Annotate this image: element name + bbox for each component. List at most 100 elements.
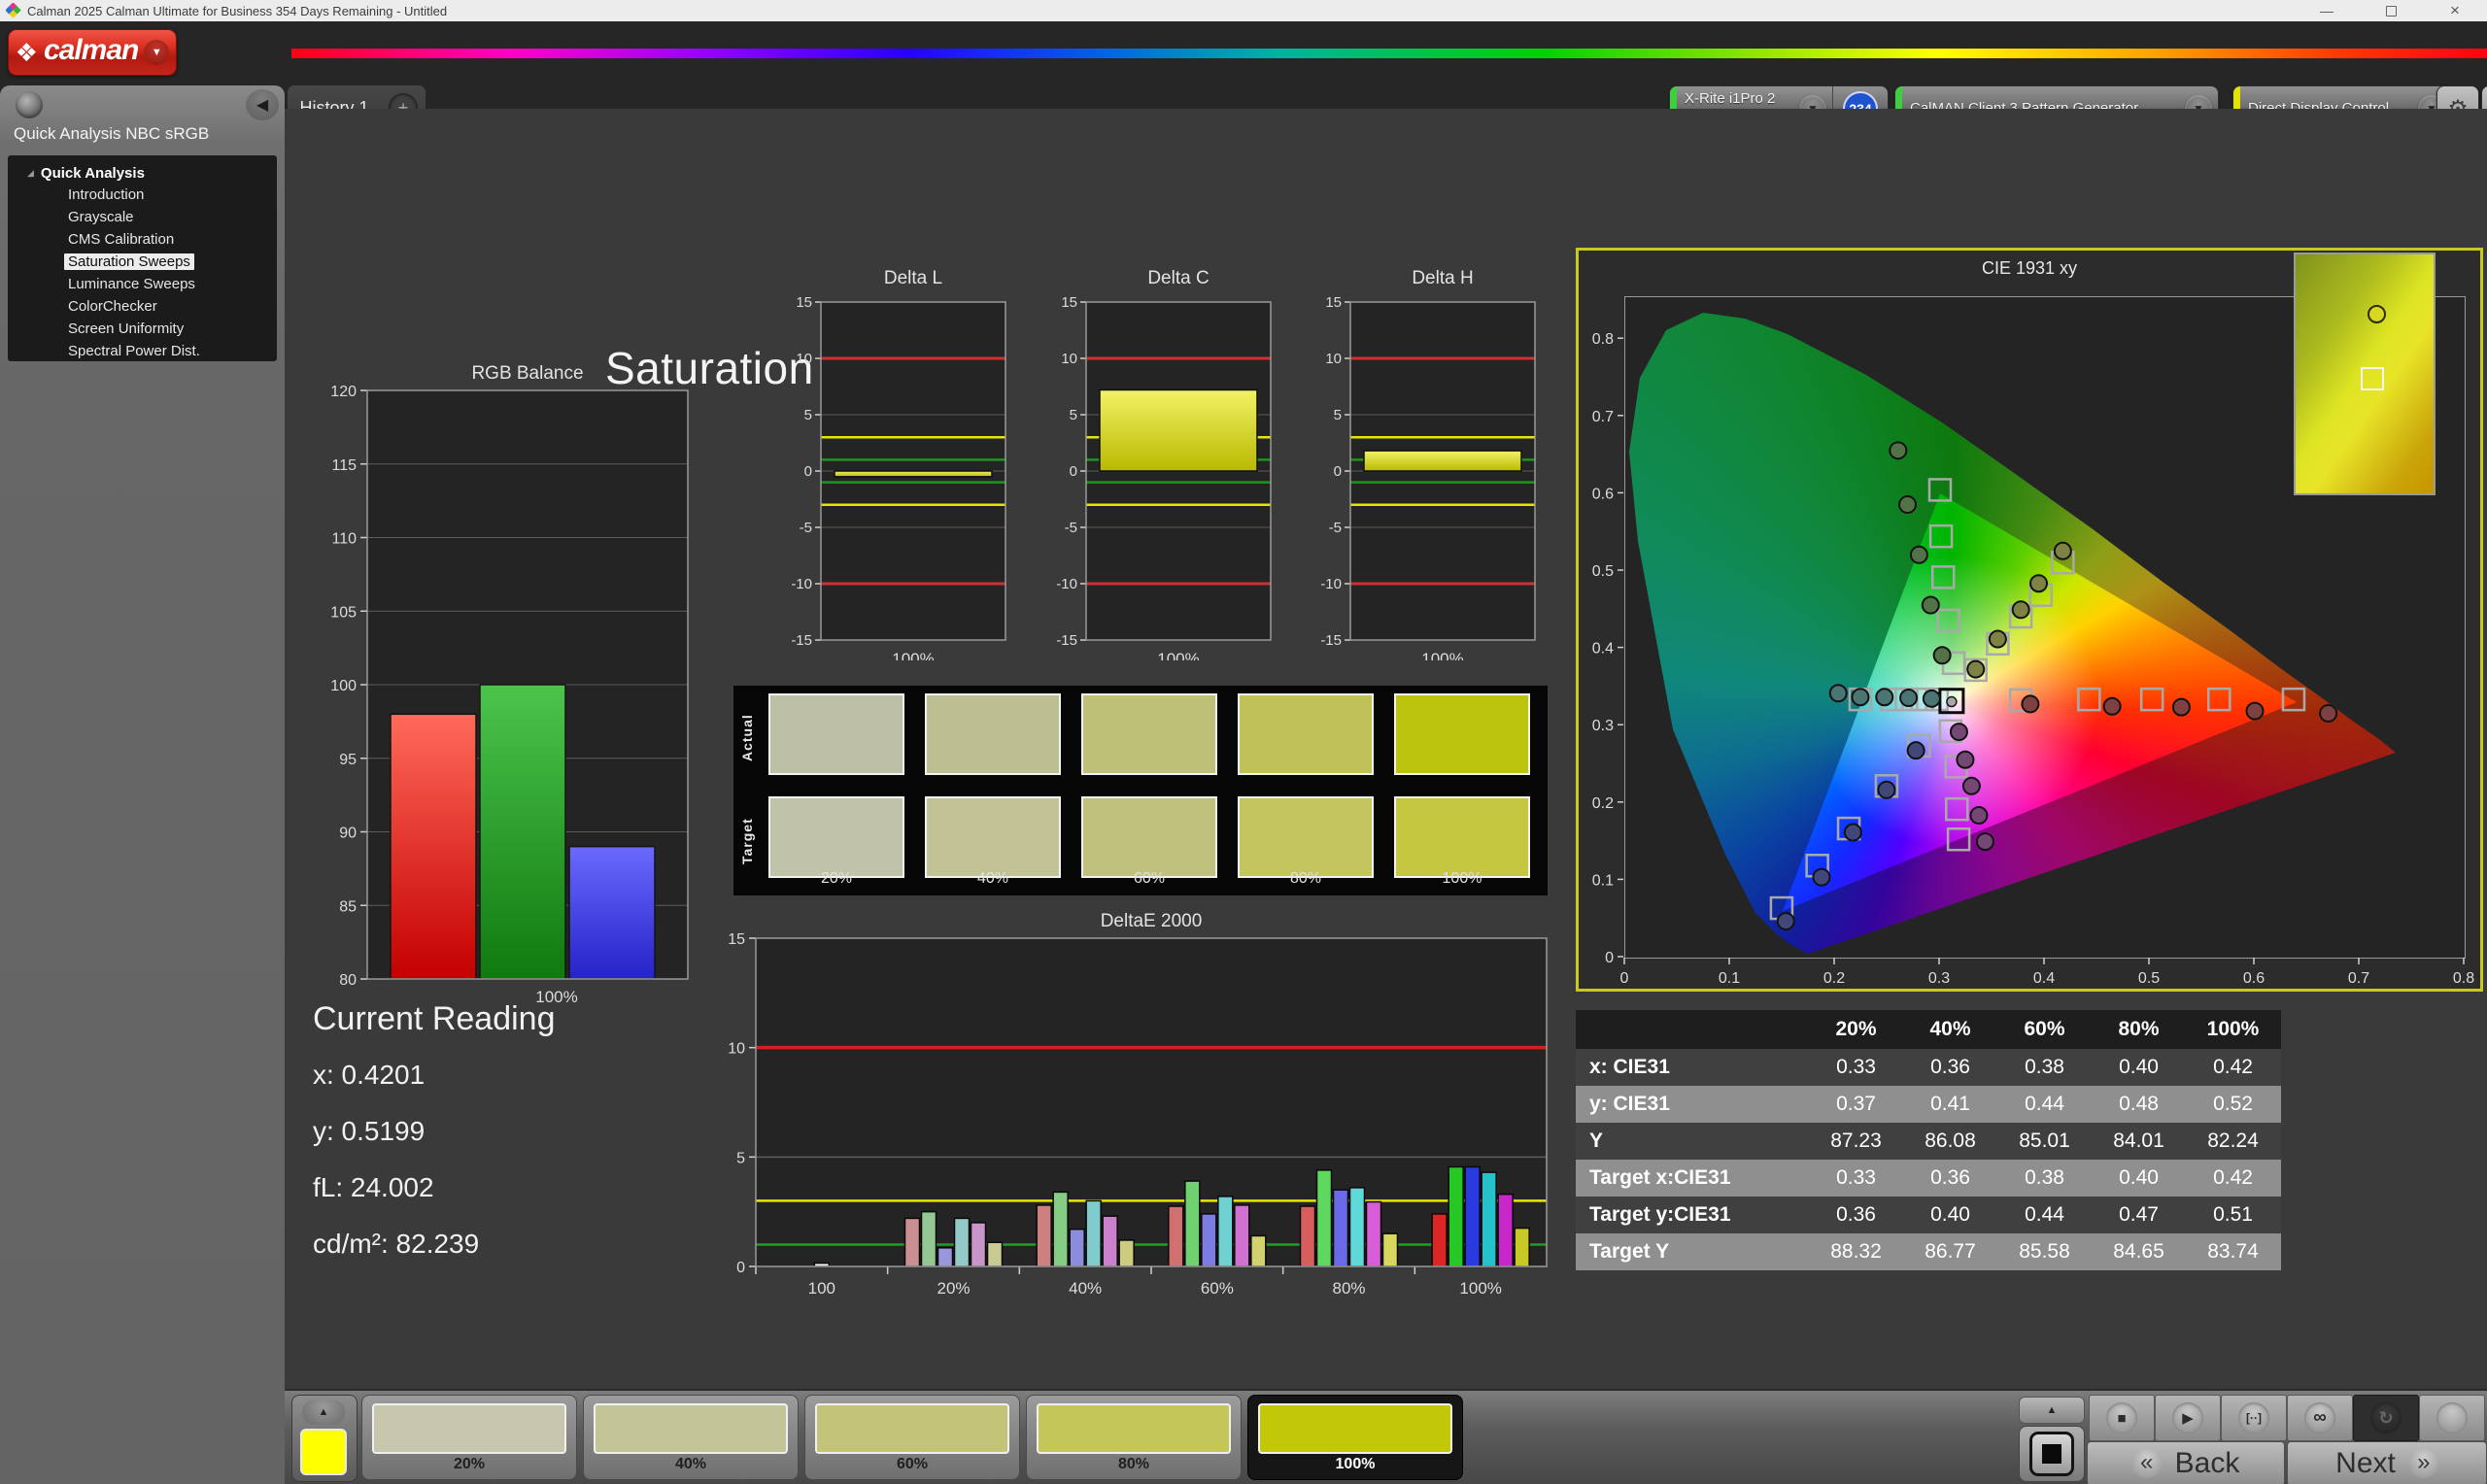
patch-button-40[interactable]: 40% <box>583 1395 799 1480</box>
stop-frame-icon <box>2029 1432 2074 1476</box>
infinity-icon: ∞ <box>2304 1402 2335 1433</box>
cie-target-magenta <box>1946 798 1967 820</box>
svg-text:10: 10 <box>728 1041 745 1058</box>
cie-measured-magenta <box>1957 752 1973 768</box>
inset-measured-circle <box>2367 304 2386 323</box>
table-row-y: Y 87.23 86.08 85.01 84.01 82.24 <box>1576 1123 2281 1160</box>
refresh-measure-button[interactable]: ↻ <box>2353 1395 2419 1441</box>
patch-button-60[interactable]: 60% <box>804 1395 1020 1480</box>
sidebar-item-saturation-sweeps[interactable]: Saturation Sweeps <box>8 251 277 273</box>
calman-menu-button[interactable]: ❖ calman ▼ <box>8 29 177 76</box>
blank-pattern-button[interactable] <box>2019 1426 2085 1482</box>
sidebar-item-screen-uniformity[interactable]: Screen Uniformity <box>8 318 277 340</box>
table-cell: 85.01 <box>2019 1130 2070 1152</box>
cie-measured-magenta <box>1970 807 1987 824</box>
svg-text:40%: 40% <box>1069 1279 1102 1298</box>
patch-button-100[interactable]: 100% <box>1247 1395 1463 1480</box>
cie-target-green <box>1929 479 1951 500</box>
cie-measured-red <box>2022 695 2038 712</box>
window-titlebar: Calman 2025 Calman Ultimate for Business… <box>0 0 2487 21</box>
transport-up-button[interactable]: ▲ <box>2019 1397 2085 1424</box>
cie-measured-white <box>1947 697 1957 707</box>
svg-text:100%: 100% <box>1459 1279 1501 1298</box>
swatch-col-label: 60% <box>1133 870 1166 887</box>
stop-measure-button[interactable]: ■ <box>2089 1395 2155 1441</box>
svg-text:90: 90 <box>339 826 357 842</box>
minimize-button[interactable]: — <box>2295 0 2359 21</box>
svg-text:0.5: 0.5 <box>1592 563 1614 580</box>
deltae-2000-chart: DeltaE 2000 0 5 10 15 100 20% 40% 60% 80% 100% <box>699 903 1564 1301</box>
sidebar-item-spectral-power-dist[interactable]: Spectral Power Dist. <box>8 340 277 362</box>
back-chevron-icon: « <box>2131 1449 2162 1478</box>
up-arrow-icon: ▲ <box>318 1406 329 1418</box>
sidebar-item-luminance-sweeps[interactable]: Luminance Sweeps <box>8 273 277 295</box>
table-cell: 82.24 <box>2207 1130 2259 1152</box>
series-measure-button[interactable]: [··] <box>2221 1395 2287 1441</box>
window-title: Calman 2025 Calman Ultimate for Business… <box>27 3 448 18</box>
svg-text:0.2: 0.2 <box>1592 795 1614 812</box>
patch-button-20[interactable]: 20% <box>361 1395 577 1480</box>
patch-button-80[interactable]: 80% <box>1026 1395 1242 1480</box>
sidebar-item-grayscale[interactable]: Grayscale <box>8 206 277 228</box>
swatch-col-label: 80% <box>1289 870 1322 887</box>
calman-logo-text: calman <box>43 34 139 66</box>
cie-target-green <box>1930 525 1952 547</box>
restore-button[interactable] <box>2359 0 2423 21</box>
cie-measured-yellow <box>2013 601 2029 618</box>
swatch-target-40 <box>925 796 1061 878</box>
actual-target-swatch-panel: Actual Target 20% 40% 60% 80% 100% <box>733 686 1548 895</box>
swatch-target-80 <box>1238 796 1374 878</box>
sidebar-item-introduction[interactable]: Introduction <box>8 184 277 206</box>
cie-measured-cyan <box>1852 689 1868 705</box>
current-pattern-swatch[interactable] <box>300 1429 347 1475</box>
refresh-icon: ↻ <box>2370 1402 2402 1433</box>
svg-text:0: 0 <box>736 1260 745 1276</box>
table-cell: 0.33 <box>1836 1056 1876 1078</box>
svg-text:Delta L: Delta L <box>884 268 942 288</box>
cie-measured-yellow <box>1967 661 1984 678</box>
swatch-actual-80 <box>1238 693 1374 775</box>
sidebar-collapse-button[interactable]: ◀ <box>246 89 279 120</box>
sidebar-item-colorchecker[interactable]: ColorChecker <box>8 295 277 318</box>
cie-measured-blue <box>1813 869 1829 886</box>
saturation-data-table: 20% 40% 60% 80% 100% x: CIE31 0.33 0.36 0.38 0.40… <box>1576 1010 2281 1270</box>
extra-measure-button[interactable] <box>2419 1395 2485 1441</box>
sidebar-item-cms-calibration[interactable]: CMS Calibration <box>8 228 277 251</box>
sidebar-knob-icon[interactable] <box>16 91 43 118</box>
patch-swatch <box>815 1403 1009 1454</box>
delta-h-chart: Delta H 15 10 5 0 -5 -10 -15 100% <box>1297 262 1540 668</box>
svg-text:0.1: 0.1 <box>1592 872 1614 889</box>
back-button[interactable]: « Back <box>2087 1441 2285 1484</box>
svg-text:0.7: 0.7 <box>2348 970 2369 987</box>
cie-target-green <box>1932 566 1954 588</box>
next-button[interactable]: Next » <box>2287 1441 2487 1484</box>
cie-measured-cyan <box>1876 689 1892 705</box>
svg-text:Delta H: Delta H <box>1412 268 1473 288</box>
stop-icon: ■ <box>2106 1402 2137 1433</box>
table-cell: 0.40 <box>2119 1166 2159 1189</box>
swatch-target-20 <box>768 796 904 878</box>
cie-measured-blue <box>1878 782 1894 798</box>
calman-app-window: Calman 2025 Calman Ultimate for Business… <box>0 0 2487 1484</box>
swatch-col-label: 20% <box>820 870 853 887</box>
pattern-mini-panel: ▲ <box>291 1395 358 1482</box>
cie-target-red <box>2078 689 2099 710</box>
tree-group-quick-analysis[interactable]: ◢ Quick Analysis <box>8 162 277 184</box>
continuous-measure-button[interactable]: ∞ <box>2287 1395 2353 1441</box>
svg-text:-15: -15 <box>1320 632 1342 649</box>
table-cell: 0.38 <box>2025 1166 2064 1189</box>
app-icon <box>6 3 21 18</box>
single-measure-button[interactable]: ▶ <box>2155 1395 2221 1441</box>
current-reading-cdm2: cd/m²: 82.239 <box>313 1229 480 1259</box>
patch-swatch <box>1037 1403 1231 1454</box>
svg-text:15: 15 <box>728 931 745 948</box>
pattern-panel-up-button[interactable]: ▲ <box>302 1400 345 1425</box>
cie-measured-red <box>2173 699 2190 716</box>
close-button[interactable]: × <box>2423 0 2487 21</box>
svg-text:0: 0 <box>1605 950 1614 966</box>
table-cell: 0.51 <box>2213 1203 2253 1226</box>
svg-text:80%: 80% <box>1332 1279 1365 1298</box>
cie-measured-green <box>1934 647 1951 663</box>
table-row-target-y-cie31: Target y:CIE31 0.36 0.40 0.44 0.47 0.51 <box>1576 1197 2281 1233</box>
svg-text:-10: -10 <box>1056 576 1077 592</box>
